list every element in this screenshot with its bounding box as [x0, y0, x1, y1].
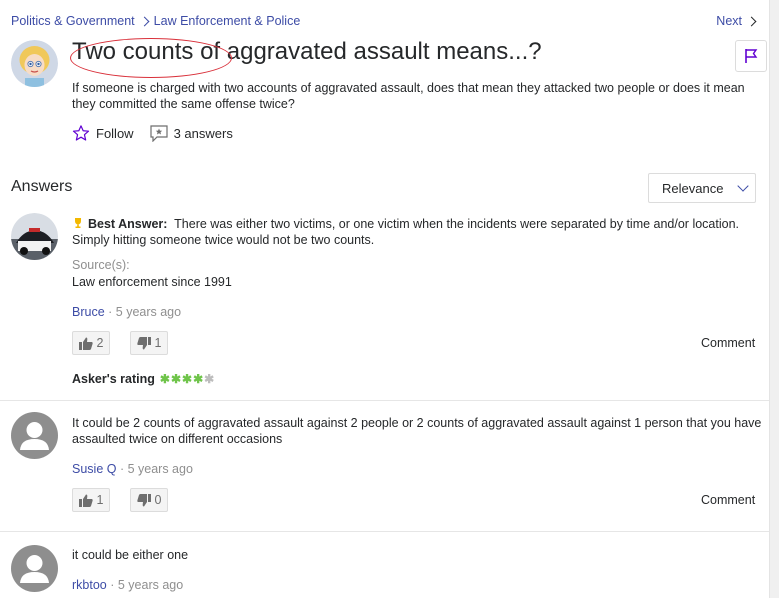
answer-meta: rkbtoo · 5 years ago	[72, 578, 184, 592]
best-answer: Best Answer: There was either two victim…	[72, 216, 756, 248]
answer-text: it could be either one	[72, 548, 189, 562]
star-filled-icon: ✱	[193, 372, 204, 386]
follow-button[interactable]: Follow	[72, 124, 134, 142]
breadcrumb-category[interactable]: Politics & Government	[11, 14, 135, 28]
star-empty-icon: ✱	[204, 372, 215, 386]
answerer-name[interactable]: rkbtoo	[72, 578, 107, 592]
answerer-name[interactable]: Bruce	[72, 305, 105, 319]
answer-divider	[0, 531, 770, 532]
thumbs-up-count: 2	[96, 336, 104, 350]
thumbs-down-count: 1	[154, 336, 162, 350]
sort-dropdown[interactable]: Relevance	[648, 173, 756, 203]
answer-text: There was either two victims, or one vic…	[72, 217, 739, 247]
question-details: If someone is charged with two accounts …	[72, 81, 745, 111]
thumbs-down-button[interactable]: 1	[130, 331, 168, 355]
answers-count: 3 answers	[173, 125, 233, 141]
comment-link[interactable]: Comment	[701, 493, 755, 507]
comment-link[interactable]: Comment	[701, 336, 755, 350]
chevron-right-icon	[746, 16, 757, 26]
answer-divider	[0, 400, 770, 401]
question-actions: Follow 3 answers	[72, 124, 249, 142]
asker-avatar[interactable]	[11, 40, 58, 87]
answer-time: 5 years ago	[117, 578, 184, 592]
sort-label: Relevance	[662, 180, 724, 196]
avatar-image	[11, 40, 58, 87]
source-text: Law enforcement since 1991	[72, 275, 232, 289]
star-filled-icon: ✱	[159, 372, 170, 386]
annotation-ellipse	[70, 38, 232, 78]
thumbs-up-icon	[78, 494, 93, 507]
default-avatar-icon	[20, 555, 49, 583]
answer-text: It could be 2 counts of aggravated assau…	[72, 416, 762, 446]
star-filled-icon: ✱	[170, 372, 181, 386]
next-label: Next	[716, 14, 742, 28]
answer-time: 5 years ago	[115, 305, 182, 319]
breadcrumb-subcategory[interactable]: Law Enforcement & Police	[154, 14, 301, 28]
answers-count-button[interactable]: 3 answers	[149, 124, 233, 142]
report-button[interactable]	[735, 40, 767, 72]
flag-icon	[745, 49, 758, 63]
answerer-avatar[interactable]	[11, 545, 58, 592]
thumbs-down-button[interactable]: 0	[130, 488, 168, 512]
star-outline-icon	[72, 125, 90, 141]
thumbs-down-count: 0	[154, 493, 162, 507]
rating-stars: ✱ ✱ ✱ ✱ ✱	[160, 372, 215, 386]
default-avatar-icon	[20, 422, 49, 450]
breadcrumb: Politics & Government Law Enforcement & …	[11, 14, 300, 28]
source-label: Source(s):	[72, 258, 130, 272]
chevron-down-icon	[737, 180, 750, 192]
answerer-name[interactable]: Susie Q	[72, 462, 116, 476]
answers-icon	[149, 124, 168, 142]
thumbs-up-button[interactable]: 2	[72, 331, 110, 355]
scrollbar[interactable]	[769, 0, 779, 598]
answerer-avatar[interactable]	[11, 412, 58, 459]
answer-meta: Susie Q · 5 years ago	[72, 462, 193, 476]
best-answer-label: Best Answer:	[88, 217, 168, 231]
thumbs-down-icon	[136, 336, 151, 349]
avatar-image	[11, 213, 58, 260]
follow-label: Follow	[96, 125, 134, 141]
answer-time: 5 years ago	[127, 462, 193, 476]
answerer-avatar[interactable]	[11, 213, 58, 260]
thumbs-up-button[interactable]: 1	[72, 488, 110, 512]
next-link[interactable]: Next	[716, 14, 757, 28]
askers-rating-label: Asker's rating	[72, 372, 155, 386]
thumbs-down-icon	[136, 493, 151, 506]
thumbs-up-icon	[78, 337, 93, 350]
answers-heading: Answers	[11, 178, 73, 195]
thumbs-up-count: 1	[96, 493, 104, 507]
star-filled-icon: ✱	[182, 372, 193, 386]
chevron-right-icon	[139, 16, 150, 26]
askers-rating: Asker's rating ✱ ✱ ✱ ✱ ✱	[72, 372, 215, 386]
trophy-icon	[75, 218, 81, 228]
answer-meta: Bruce · 5 years ago	[72, 305, 182, 319]
